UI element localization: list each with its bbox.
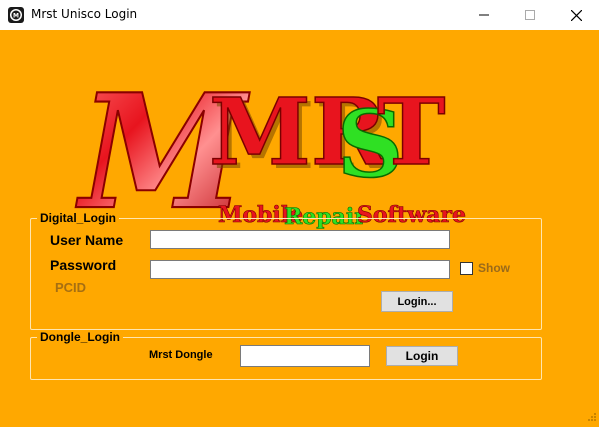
maximize-icon <box>525 10 535 20</box>
pcid-label: PCID <box>55 280 87 295</box>
window-title: Mrst Unisco Login <box>31 7 138 21</box>
username-input[interactable] <box>150 230 450 249</box>
dongle-login-legend: Dongle_Login <box>40 330 120 344</box>
show-password-label[interactable]: Show <box>478 261 510 275</box>
password-input[interactable] <box>150 260 450 279</box>
username-label: User Name <box>50 232 124 248</box>
app-icon: M <box>8 7 24 23</box>
dongle-label: Mrst Dongle <box>149 349 213 361</box>
close-button[interactable] <box>553 0 599 30</box>
minimize-icon <box>479 14 489 16</box>
svg-text:M: M <box>13 13 19 20</box>
title-bar: M Mrst Unisco Login <box>0 0 599 30</box>
password-label: Password <box>50 257 117 273</box>
resize-grip-icon[interactable] <box>587 409 597 421</box>
maximize-button[interactable] <box>507 0 553 30</box>
show-password-checkbox[interactable] <box>460 262 473 275</box>
digital-login-legend: Digital_Login <box>40 211 116 225</box>
digital-login-button[interactable]: Login... <box>381 291 453 312</box>
mrst-logo: M MR MR S T Mobile Repair Software <box>74 58 466 246</box>
dongle-input[interactable] <box>240 345 370 367</box>
minimize-button[interactable] <box>461 0 507 30</box>
logo-t: T <box>377 78 445 186</box>
close-icon <box>570 9 582 21</box>
login-form: M MR MR S T Mobile Repair Software Digit… <box>0 30 599 421</box>
dongle-login-button[interactable]: Login <box>386 346 458 366</box>
